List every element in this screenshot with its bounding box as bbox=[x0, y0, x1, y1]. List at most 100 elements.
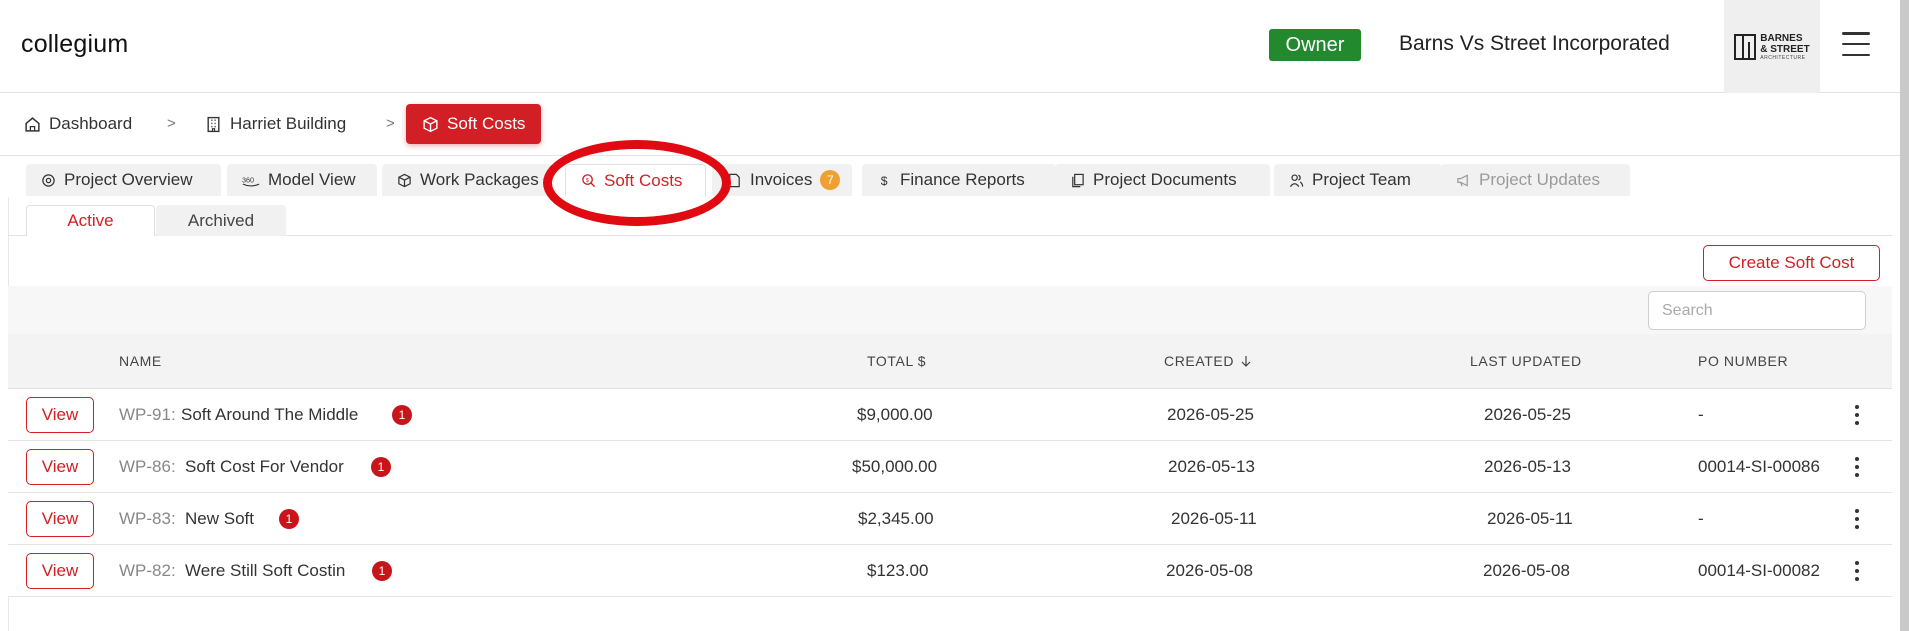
tab-label: Project Overview bbox=[64, 170, 193, 189]
row-total: $9,000.00 bbox=[857, 405, 933, 424]
tab-label: Project Team bbox=[1312, 170, 1411, 189]
row-menu-icon[interactable] bbox=[1853, 457, 1861, 477]
column-header-created[interactable]: CREATED bbox=[1164, 353, 1252, 369]
users-icon bbox=[1289, 173, 1304, 187]
row-po-number: - bbox=[1698, 405, 1704, 424]
company-logo[interactable]: BARNES & STREET ARCHITECTURE bbox=[1724, 0, 1820, 93]
package-icon bbox=[398, 173, 411, 187]
tab-label: Soft Costs bbox=[604, 170, 683, 190]
tab-project-updates[interactable]: Project Updates bbox=[1441, 164, 1630, 196]
row-menu-icon[interactable] bbox=[1853, 561, 1861, 581]
notification-badge: 1 bbox=[371, 457, 391, 477]
row-name[interactable]: Soft Around The Middle bbox=[181, 405, 358, 425]
tab-label: Work Packages bbox=[420, 170, 539, 189]
row-id: WP-86: bbox=[119, 457, 176, 476]
row-updated: 2026-05-13 bbox=[1484, 457, 1571, 476]
svg-text:$: $ bbox=[881, 174, 888, 188]
row-id: WP-83: bbox=[119, 509, 176, 528]
tab-project-team[interactable]: Project Team bbox=[1274, 164, 1442, 196]
breadcrumb-separator: > bbox=[386, 115, 395, 132]
tab-label: Invoices bbox=[750, 170, 813, 189]
row-name[interactable]: Were Still Soft Costin bbox=[185, 561, 345, 581]
tab-label: Project Documents bbox=[1093, 170, 1237, 189]
subtab-archived[interactable]: Archived bbox=[156, 205, 286, 236]
tab-model-view[interactable]: 360 Model View bbox=[227, 164, 377, 196]
breadcrumb-building-label: Harriet Building bbox=[230, 114, 347, 133]
tab-invoices[interactable]: Invoices 7 bbox=[712, 164, 852, 196]
column-header-name[interactable]: NAME bbox=[119, 353, 162, 369]
column-header-po-number[interactable]: PO NUMBER bbox=[1698, 353, 1788, 369]
top-bar: collegium Owner Barns Vs Street Incorpor… bbox=[0, 0, 1900, 93]
view-360-icon: 360 bbox=[242, 175, 260, 186]
app-brand[interactable]: collegium bbox=[21, 30, 128, 59]
subtab-active[interactable]: Active bbox=[26, 205, 155, 236]
breadcrumb-current-label: Soft Costs bbox=[447, 114, 526, 133]
row-po-number: 00014-SI-00086 bbox=[1698, 457, 1820, 476]
search-dollar-icon: $ bbox=[582, 174, 596, 188]
row-updated: 2026-05-11 bbox=[1487, 509, 1573, 528]
row-created: 2026-05-13 bbox=[1168, 457, 1255, 476]
row-po-number: - bbox=[1698, 509, 1704, 528]
breadcrumb-current[interactable]: Soft Costs bbox=[406, 104, 542, 144]
svg-text:360: 360 bbox=[242, 175, 254, 184]
view-button[interactable]: View bbox=[26, 397, 94, 433]
document-icon bbox=[729, 173, 740, 187]
tab-project-documents[interactable]: Project Documents bbox=[1055, 164, 1270, 196]
overview-icon bbox=[42, 173, 55, 187]
row-id: WP-82: bbox=[119, 561, 176, 580]
breadcrumb-dashboard[interactable]: Dashboard bbox=[24, 104, 132, 144]
tab-work-packages[interactable]: Work Packages bbox=[382, 164, 552, 196]
row-total: $2,345.00 bbox=[858, 509, 934, 528]
logo-mark-icon bbox=[1734, 33, 1757, 60]
tab-project-overview[interactable]: Project Overview bbox=[26, 164, 221, 196]
megaphone-icon bbox=[1457, 173, 1468, 187]
column-header-total[interactable]: TOTAL $ bbox=[867, 353, 926, 369]
search-bar-band bbox=[8, 286, 1892, 334]
row-name[interactable]: New Soft bbox=[185, 509, 254, 529]
dollar-icon: $ bbox=[881, 174, 888, 188]
view-button[interactable]: View bbox=[26, 449, 94, 485]
logo-line-3: ARCHITECTURE bbox=[1760, 54, 1806, 61]
company-name: Barns Vs Street Incorporated bbox=[1399, 32, 1670, 55]
row-created: 2026-05-08 bbox=[1166, 561, 1253, 580]
tab-finance-reports[interactable]: $ Finance Reports bbox=[862, 164, 1056, 196]
row-total: $123.00 bbox=[867, 561, 929, 580]
breadcrumb-building[interactable]: Harriet Building bbox=[205, 104, 346, 144]
notification-badge: 1 bbox=[372, 561, 392, 581]
hamburger-menu-icon[interactable] bbox=[1842, 32, 1870, 56]
table-header bbox=[8, 334, 1892, 389]
row-menu-icon[interactable] bbox=[1853, 405, 1861, 425]
breadcrumb-dashboard-label: Dashboard bbox=[49, 114, 133, 133]
logo-line-1: BARNES bbox=[1760, 32, 1803, 44]
subtabs-divider bbox=[8, 235, 1892, 236]
logo-line-2: & STREET bbox=[1760, 43, 1810, 55]
tab-label: Model View bbox=[268, 170, 356, 189]
row-po-number: 00014-SI-00082 bbox=[1698, 561, 1820, 580]
column-header-last-updated[interactable]: LAST UPDATED bbox=[1470, 353, 1582, 369]
row-menu-icon[interactable] bbox=[1853, 509, 1861, 529]
row-id: WP-91: bbox=[119, 405, 176, 424]
search-input[interactable] bbox=[1648, 291, 1866, 330]
tab-label: Project Updates bbox=[1479, 170, 1600, 189]
column-header-created-label: CREATED bbox=[1164, 353, 1235, 369]
row-name[interactable]: Soft Cost For Vendor bbox=[185, 457, 344, 477]
view-button[interactable]: View bbox=[26, 553, 94, 589]
create-soft-cost-button[interactable]: Create Soft Cost bbox=[1703, 245, 1880, 281]
role-badge: Owner bbox=[1269, 29, 1361, 61]
notification-badge: 1 bbox=[392, 405, 412, 425]
row-updated: 2026-05-08 bbox=[1483, 561, 1570, 580]
row-total: $50,000.00 bbox=[852, 457, 938, 476]
sort-down-arrow-icon bbox=[1241, 356, 1251, 367]
page-scrollbar[interactable] bbox=[1900, 0, 1909, 631]
breadcrumb-separator: > bbox=[167, 115, 176, 132]
row-created: 2026-05-25 bbox=[1167, 405, 1254, 424]
view-button[interactable]: View bbox=[26, 501, 94, 537]
row-created: 2026-05-11 bbox=[1171, 509, 1257, 528]
row-updated: 2026-05-25 bbox=[1484, 405, 1571, 424]
building-icon bbox=[207, 116, 220, 132]
tab-soft-costs[interactable]: $ Soft Costs bbox=[565, 164, 706, 196]
notification-badge: 1 bbox=[279, 509, 299, 529]
tab-label: Finance Reports bbox=[900, 170, 1025, 189]
home-icon bbox=[25, 116, 40, 132]
svg-text:$: $ bbox=[586, 178, 590, 184]
